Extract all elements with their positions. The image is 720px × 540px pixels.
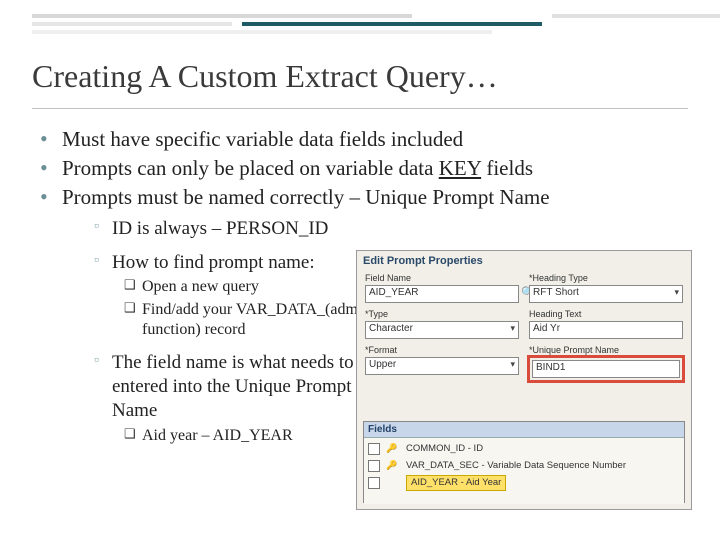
deco-bar xyxy=(32,30,492,34)
subsub-list: Aid year – AID_YEAR xyxy=(112,426,392,446)
deco-bar xyxy=(32,14,412,18)
field-headingtype: Heading Type RFT Short xyxy=(529,273,683,303)
dialog-title: Edit Prompt Properties xyxy=(357,251,691,273)
sub-item: ID is always – PERSON_ID xyxy=(94,217,692,241)
input-upn[interactable]: BIND1 xyxy=(532,360,680,378)
label-fieldname: Field Name xyxy=(365,273,519,283)
deco-bar xyxy=(242,22,542,26)
key-icon: 🔑 xyxy=(386,443,400,454)
field-row-text: VAR_DATA_SEC - Variable Data Sequence Nu… xyxy=(406,460,626,471)
slide-title: Creating A Custom Extract Query… xyxy=(32,58,688,95)
text: Prompts must be named correctly – Unique… xyxy=(62,185,550,209)
field-row[interactable]: AID_YEAR - Aid Year xyxy=(368,474,680,491)
sub-item: The field name is what needs to be enter… xyxy=(94,351,392,446)
text: fields xyxy=(481,156,533,180)
key-text: KEY xyxy=(439,156,481,180)
field-unique-prompt-name: Unique Prompt Name BIND1 xyxy=(529,345,683,381)
decorative-bars xyxy=(32,14,698,46)
checkbox-icon[interactable] xyxy=(368,460,380,472)
field-row-text: COMMON_ID - ID xyxy=(406,443,483,454)
dialog-form: Field Name AID_YEAR 🔍 Heading Type RFT S… xyxy=(357,273,691,381)
bullet-item: Prompts can only be placed on variable d… xyxy=(40,155,692,182)
label-type: Type xyxy=(365,309,519,319)
select-format[interactable]: Upper xyxy=(365,357,519,375)
upn-highlight-box: BIND1 xyxy=(527,355,685,383)
bullet-item: Must have specific variable data fields … xyxy=(40,126,692,153)
field-format: Format Upper xyxy=(365,345,519,381)
label-headingtype: Heading Type xyxy=(529,273,683,283)
field-type: Type Character xyxy=(365,309,519,339)
fields-panel: Fields 🔑 COMMON_ID - ID 🔑 VAR_DATA_SEC -… xyxy=(363,421,685,503)
checkbox-icon[interactable] xyxy=(368,477,380,489)
field-row[interactable]: 🔑 VAR_DATA_SEC - Variable Data Sequence … xyxy=(368,457,680,474)
select-type[interactable]: Character xyxy=(365,321,519,339)
deco-bar xyxy=(552,14,720,18)
fields-body: 🔑 COMMON_ID - ID 🔑 VAR_DATA_SEC - Variab… xyxy=(364,438,684,504)
edit-prompt-dialog: Edit Prompt Properties Field Name AID_YE… xyxy=(356,250,692,510)
select-headingtype[interactable]: RFT Short xyxy=(529,285,683,303)
deco-bar xyxy=(32,22,232,26)
text: Prompts can only be placed on variable d… xyxy=(62,156,439,180)
fields-header: Fields xyxy=(364,422,684,438)
input-fieldname[interactable]: AID_YEAR xyxy=(365,285,519,303)
label-upn: Unique Prompt Name xyxy=(529,345,683,355)
field-row[interactable]: 🔑 COMMON_ID - ID xyxy=(368,440,680,457)
input-headingtext[interactable]: Aid Yr xyxy=(529,321,683,339)
checkbox-icon[interactable] xyxy=(368,443,380,455)
key-icon: 🔑 xyxy=(386,460,400,471)
text: The field name is what needs to be enter… xyxy=(112,352,376,422)
subsub-item: Aid year – AID_YEAR xyxy=(124,426,392,446)
field-row-highlight: AID_YEAR - Aid Year xyxy=(406,475,506,491)
label-headingtext: Heading Text xyxy=(529,309,683,319)
label-format: Format xyxy=(365,345,519,355)
title-underline xyxy=(32,108,688,109)
field-fieldname: Field Name AID_YEAR 🔍 xyxy=(365,273,519,303)
text: How to find prompt name: xyxy=(112,252,315,273)
field-headingtext: Heading Text Aid Yr xyxy=(529,309,683,339)
slide: Creating A Custom Extract Query… Must ha… xyxy=(0,0,720,540)
